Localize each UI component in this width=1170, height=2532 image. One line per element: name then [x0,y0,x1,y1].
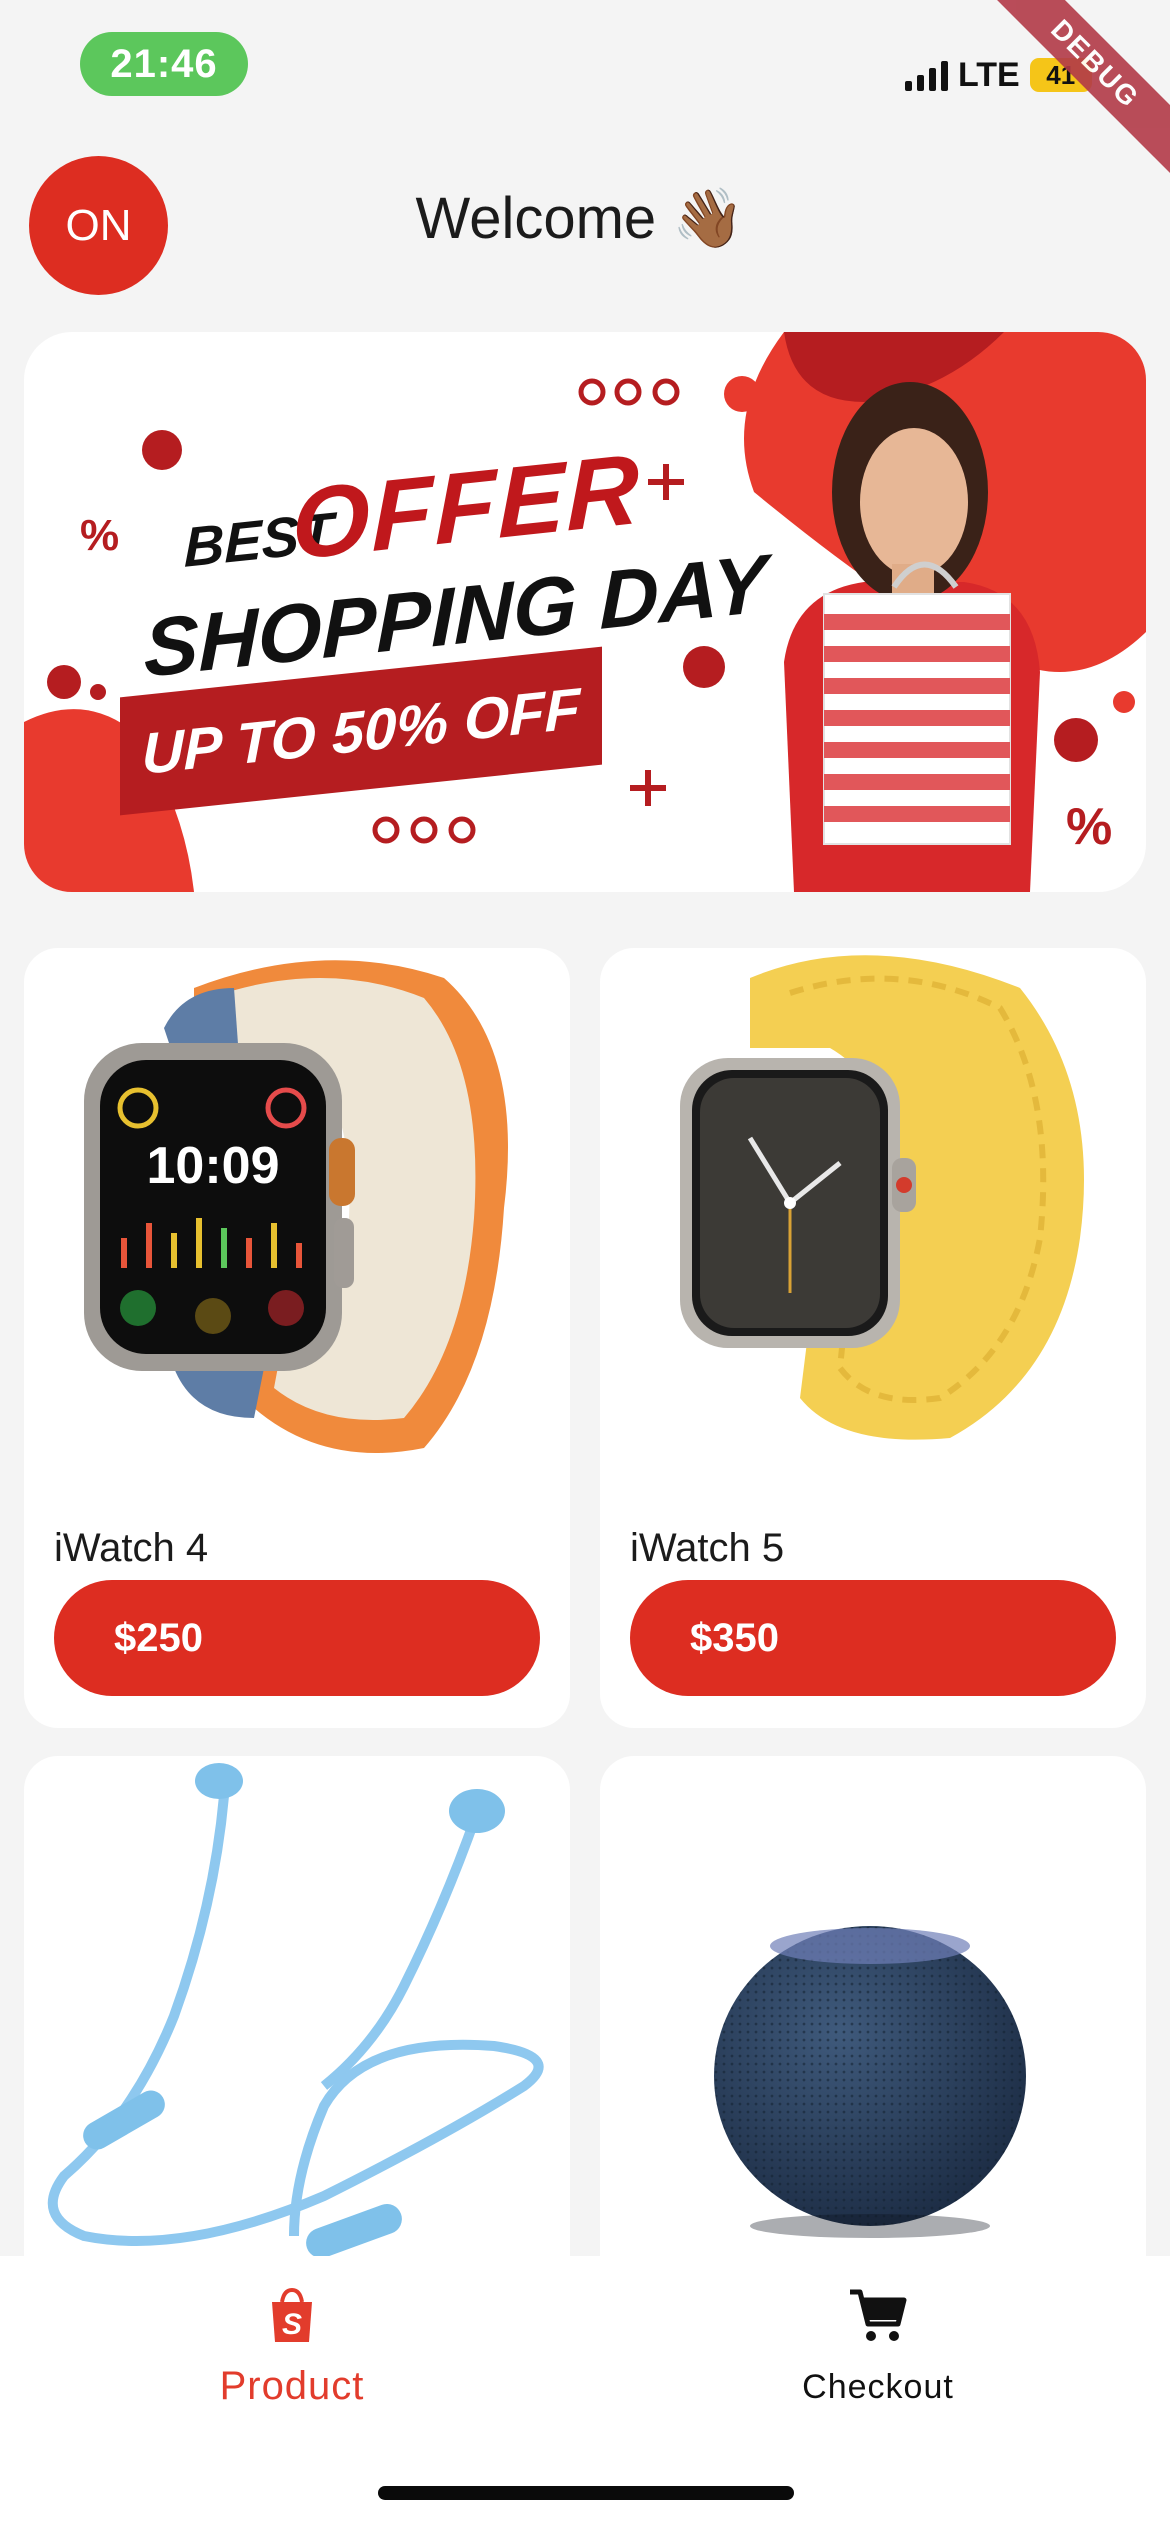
avatar[interactable]: ON [29,156,168,295]
nav-item-checkout[interactable]: Checkout [668,2286,1088,2436]
nav-item-product[interactable]: S Product [82,2286,502,2436]
promo-banner[interactable]: % % BEST OFFER SHOPPING DAY UP TO 50% OF… [24,332,1146,892]
nav-label-checkout: Checkout [802,2368,954,2406]
svg-text:S: S [282,2308,302,2341]
page-title: Welcome 👋🏾 [415,186,745,251]
product-card[interactable]: iWatch 5 $350 [600,948,1146,1728]
product-image-earphones [47,1763,544,2258]
price-button[interactable]: $250 [54,1580,540,1696]
cart-icon [850,2289,907,2341]
network-type: LTE [958,55,1020,94]
price-button[interactable]: $350 [630,1580,1116,1696]
product-image-homepod [714,1926,1026,2238]
product-name: iWatch 4 [54,1526,209,1570]
status-time: 21:46 [80,32,248,96]
home-indicator[interactable] [378,2486,794,2500]
shopping-bag-icon: S [272,2287,312,2342]
product-image-watch-ultra: 10:09 [84,960,508,1453]
svg-text:10:09: 10:09 [147,1137,280,1195]
svg-text:%: % [1066,798,1112,856]
nav-label-product: Product [219,2364,365,2408]
signal-icon [905,59,948,91]
svg-text:%: % [80,511,119,560]
product-name: iWatch 5 [630,1526,785,1570]
banner-discount-text: UP TO 50% OFF [141,675,581,787]
product-card[interactable]: 10:09 iWatch 4 $250 [24,948,570,1728]
product-image-watch-yellow [680,955,1084,1440]
